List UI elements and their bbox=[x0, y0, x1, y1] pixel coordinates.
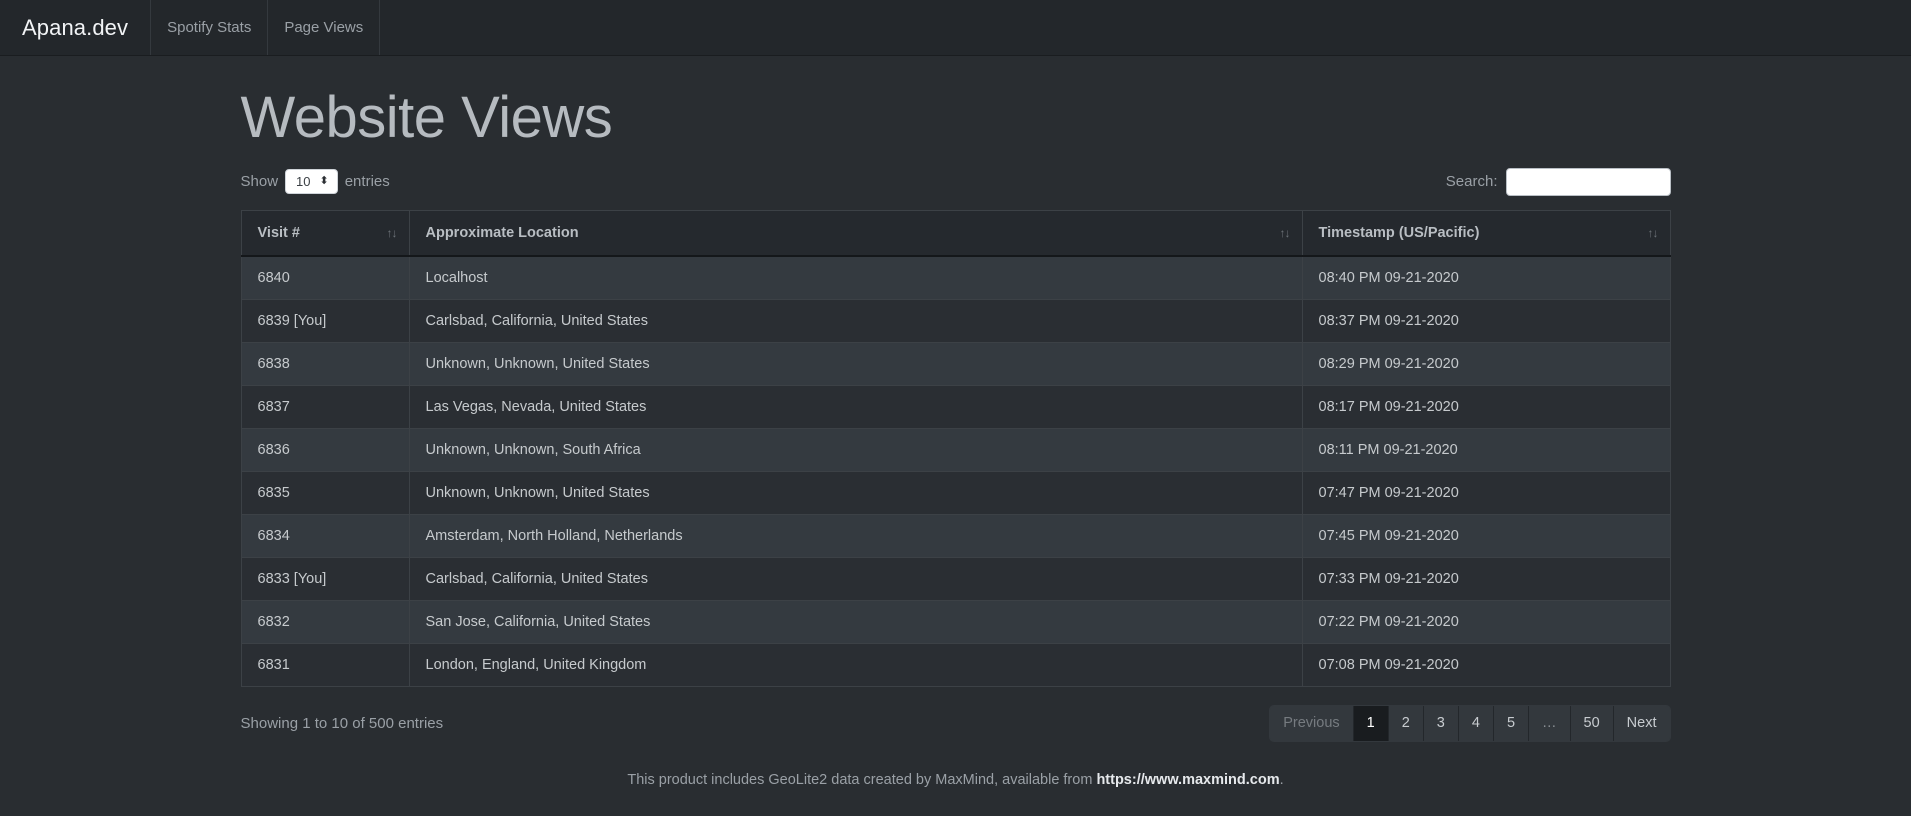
table-cell-visit: 6833 [You] bbox=[240, 556, 410, 601]
table-info: Showing 1 to 10 of 500 entries bbox=[240, 714, 444, 732]
table-cell-visit: 6831 bbox=[240, 642, 410, 687]
table-cell-location: Unknown, Unknown, South Africa bbox=[408, 427, 1303, 472]
table-cell-timestamp: 08:37 PM 09-21-2020 bbox=[1301, 298, 1671, 343]
table-row: 6840 Localhost 08:40 PM 09-21-2020 bbox=[240, 255, 1671, 300]
column-header-timestamp-label: Timestamp (US/Pacific) bbox=[1318, 224, 1480, 241]
table-cell-location: San Jose, California, United States bbox=[408, 599, 1303, 644]
table-row: 6833 [You] Carlsbad, California, United S… bbox=[240, 556, 1671, 601]
maxmind-link[interactable]: https://www.maxmind.com bbox=[1096, 772, 1279, 788]
table-cell-location: Amsterdam, North Holland, Netherlands bbox=[408, 513, 1303, 558]
footer-text-after: . bbox=[1279, 771, 1284, 788]
table-row: 6834 Amsterdam, North Holland, Netherland… bbox=[240, 513, 1671, 558]
table-cell-location: London, England, United Kingdom bbox=[408, 642, 1303, 687]
table-cell-timestamp: 08:40 PM 09-21-2020 bbox=[1301, 255, 1671, 300]
entries-label: entries bbox=[344, 173, 390, 191]
pagination-button-50[interactable]: 50 bbox=[1570, 705, 1614, 741]
table-cell-location: Unknown, Unknown, United States bbox=[408, 470, 1303, 515]
table-cell-location: Carlsbad, California, United States bbox=[408, 556, 1303, 601]
column-header-visit[interactable]: Visit # ↑↓ bbox=[240, 209, 410, 257]
table-cell-location: Unknown, Unknown, United States bbox=[408, 341, 1303, 386]
chevron-updown-icon: ⬍ bbox=[319, 175, 329, 188]
table-row: 6838 Unknown, Unknown, United States 08:29… bbox=[240, 341, 1671, 386]
column-header-location[interactable]: Approximate Location ↑↓ bbox=[408, 209, 1303, 257]
table-footer: Showing 1 to 10 of 500 entries Previous 1… bbox=[240, 704, 1671, 742]
table-cell-location: Carlsbad, California, United States bbox=[408, 298, 1303, 343]
pagination-button-1[interactable]: 1 bbox=[1353, 705, 1389, 741]
table-cell-location: Las Vegas, Nevada, United States bbox=[408, 384, 1303, 429]
table-cell-timestamp: 08:29 PM 09-21-2020 bbox=[1301, 341, 1671, 386]
nav-item-spotify-stats[interactable]: Spotify Stats bbox=[151, 0, 269, 55]
pagination-button-previous: Previous bbox=[1270, 705, 1354, 741]
navbar-brand[interactable]: Apana.dev bbox=[0, 0, 152, 55]
table-head: Visit # ↑↓ Approximate Location ↑↓ Times… bbox=[240, 209, 1671, 257]
table-cell-timestamp: 07:08 PM 09-21-2020 bbox=[1301, 642, 1671, 687]
table-toolbar: Show 10 ⬍ entries Search: bbox=[240, 167, 1671, 196]
pagination-button-5[interactable]: 5 bbox=[1493, 705, 1530, 741]
top-navbar: Apana.dev Spotify Stats Page Views bbox=[0, 0, 1911, 56]
pagination-button-3[interactable]: 3 bbox=[1423, 705, 1459, 741]
page-length-control: Show 10 ⬍ entries bbox=[240, 169, 390, 195]
table-cell-visit: 6835 bbox=[240, 470, 410, 515]
pagination-button-next[interactable]: Next bbox=[1613, 705, 1670, 741]
table-cell-timestamp: 07:22 PM 09-21-2020 bbox=[1301, 599, 1671, 644]
table-cell-visit: 6837 bbox=[240, 384, 410, 429]
table-body: 6840 Localhost 08:40 PM 09-21-2020 6839 [Yo… bbox=[240, 255, 1671, 687]
nav-item-page-views[interactable]: Page Views bbox=[268, 0, 381, 55]
table-row: 6836 Unknown, Unknown, South Africa 08:11 … bbox=[240, 427, 1671, 472]
page-length-select[interactable]: 10 ⬍ bbox=[285, 169, 338, 195]
pagination-button-2[interactable]: 2 bbox=[1388, 705, 1424, 741]
table-cell-visit: 6840 bbox=[240, 255, 410, 300]
table-cell-timestamp: 07:33 PM 09-21-2020 bbox=[1301, 556, 1671, 601]
show-label: Show bbox=[240, 173, 279, 191]
search-label: Search: bbox=[1445, 173, 1498, 191]
table-cell-visit: 6839 [You] bbox=[240, 298, 410, 343]
pagination-button-: … bbox=[1529, 705, 1571, 741]
table-row: 6831 London, England, United Kingdom 07:08… bbox=[240, 642, 1671, 687]
pagination-button-4[interactable]: 4 bbox=[1458, 705, 1494, 741]
site-footer: This product includes GeoLite2 data crea… bbox=[236, 772, 1676, 788]
table-cell-visit: 6834 bbox=[240, 513, 410, 558]
sort-arrows-icon: ↑↓ bbox=[386, 225, 398, 240]
table-cell-visit: 6832 bbox=[240, 599, 410, 644]
table-cell-timestamp: 08:17 PM 09-21-2020 bbox=[1301, 384, 1671, 429]
table-row: 6839 [You] Carlsbad, California, United S… bbox=[240, 298, 1671, 343]
search-input[interactable] bbox=[1505, 167, 1671, 196]
main-content: Website Views Show 10 ⬍ entries Search: … bbox=[236, 86, 1676, 788]
website-views-table: Visit # ↑↓ Approximate Location ↑↓ Times… bbox=[240, 209, 1671, 687]
table-row: 6832 San Jose, California, United States 0… bbox=[240, 599, 1671, 644]
table-cell-timestamp: 07:47 PM 09-21-2020 bbox=[1301, 470, 1671, 515]
pagination: Previous 1 2 3 4 5… 50 Next bbox=[1269, 704, 1671, 742]
search-control: Search: bbox=[1445, 167, 1671, 196]
table-cell-timestamp: 07:45 PM 09-21-2020 bbox=[1301, 513, 1671, 558]
table-cell-location: Localhost bbox=[408, 255, 1303, 300]
column-header-location-label: Approximate Location bbox=[425, 224, 579, 241]
page-length-value: 10 bbox=[296, 174, 311, 190]
page-title: Website Views bbox=[240, 85, 613, 150]
table-cell-visit: 6838 bbox=[240, 341, 410, 386]
sort-arrows-icon: ↑↓ bbox=[1647, 225, 1659, 240]
column-header-visit-label: Visit # bbox=[257, 224, 300, 241]
table-cell-timestamp: 08:11 PM 09-21-2020 bbox=[1301, 427, 1671, 472]
sort-arrows-icon: ↑↓ bbox=[1279, 225, 1291, 240]
table-header-row: Visit # ↑↓ Approximate Location ↑↓ Times… bbox=[240, 209, 1671, 257]
table-row: 6835 Unknown, Unknown, United States 07:47… bbox=[240, 470, 1671, 515]
table-row: 6837 Las Vegas, Nevada, United States 08:1… bbox=[240, 384, 1671, 429]
column-header-timestamp[interactable]: Timestamp (US/Pacific) ↑↓ bbox=[1301, 209, 1671, 257]
table-cell-visit: 6836 bbox=[240, 427, 410, 472]
footer-text-before: This product includes GeoLite2 data crea… bbox=[627, 771, 1097, 788]
